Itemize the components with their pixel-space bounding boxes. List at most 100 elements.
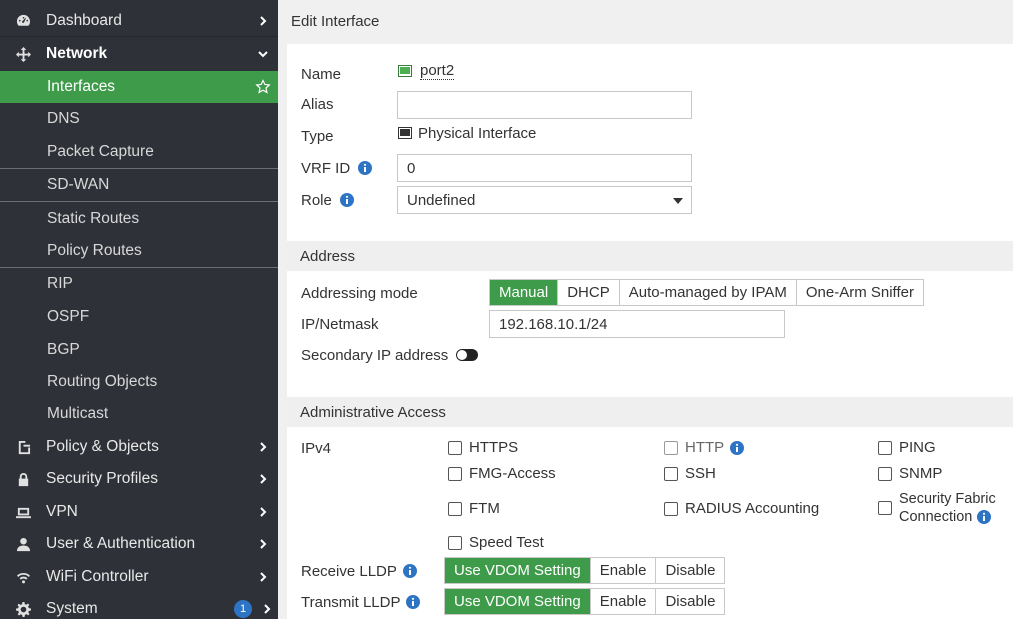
nav-dashboard-label: Dashboard (46, 11, 122, 29)
mode-dhcp-option[interactable]: DHCP (557, 280, 619, 305)
laptop-icon (0, 505, 46, 520)
nav-user-authentication-label: User & Authentication (46, 535, 196, 552)
nav-vpn[interactable]: VPN (0, 496, 278, 528)
alias-label: Alias (301, 95, 334, 113)
transmit-lldp-selector[interactable]: Use VDOM Setting Enable Disable (444, 588, 726, 615)
chevron-right-icon (248, 507, 278, 517)
checkbox-box[interactable] (664, 440, 678, 455)
radius-accounting-checkbox[interactable]: RADIUS Accounting (664, 500, 819, 517)
sidebar-item-bgp[interactable]: BGP (0, 334, 278, 366)
addressing-mode-selector[interactable]: Manual DHCP Auto-managed by IPAM One-Arm… (489, 279, 924, 306)
http-label: HTTP (685, 439, 725, 456)
vrf-id-input[interactable] (397, 154, 692, 182)
checkbox-box[interactable] (448, 466, 462, 481)
physical-port-icon (398, 127, 412, 139)
info-icon[interactable] (339, 193, 354, 207)
secondary-ip-text: Secondary IP address (301, 346, 449, 364)
nav-wifi-controller[interactable]: WiFi Controller (0, 561, 278, 593)
sidebar-item-dns[interactable]: DNS (0, 103, 278, 135)
security-fabric-line2: Connection (899, 509, 973, 525)
checkbox-box[interactable] (878, 466, 892, 481)
checkbox-box[interactable] (448, 440, 462, 455)
ip-netmask-input[interactable] (489, 310, 785, 338)
port-name: port2 (420, 62, 455, 80)
lldp-vdom-option[interactable]: Use VDOM Setting (445, 589, 590, 614)
fmg-access-checkbox[interactable]: FMG-Access (448, 465, 556, 482)
ssh-checkbox[interactable]: SSH (664, 465, 716, 482)
nav-security-profiles[interactable]: Security Profiles (0, 463, 278, 495)
checkbox-box[interactable] (664, 501, 678, 516)
speed-test-checkbox[interactable]: Speed Test (448, 534, 544, 551)
receive-lldp-selector[interactable]: Use VDOM Setting Enable Disable (444, 557, 726, 584)
https-checkbox[interactable]: HTTPS (448, 439, 518, 456)
info-icon[interactable] (402, 564, 417, 578)
sidebar-item-sd-wan[interactable]: SD-WAN (0, 169, 278, 201)
snmp-checkbox[interactable]: SNMP (878, 465, 942, 482)
nav-system[interactable]: System 1 (0, 593, 278, 619)
secondary-ip-toggle[interactable] (456, 349, 479, 361)
ping-label: PING (899, 439, 936, 456)
role-select[interactable]: Undefined (397, 186, 692, 214)
sidebar-item-label: BGP (47, 341, 80, 358)
lock-icon (0, 472, 46, 487)
ip-netmask-label: IP/Netmask (301, 315, 379, 333)
alias-input[interactable] (397, 91, 692, 119)
sidebar-item-rip[interactable]: RIP (0, 268, 278, 300)
http-checkbox[interactable]: HTTP (664, 439, 745, 456)
ftm-checkbox[interactable]: FTM (448, 500, 500, 517)
checkbox-box[interactable] (448, 501, 462, 516)
secondary-ip-label: Secondary IP address (301, 345, 479, 365)
ping-checkbox[interactable]: PING (878, 439, 936, 456)
checkbox-box[interactable] (664, 466, 678, 481)
ftm-label: FTM (469, 500, 500, 517)
info-icon[interactable] (358, 161, 373, 175)
nav-dashboard[interactable]: Dashboard (0, 5, 278, 37)
mode-ipam-option[interactable]: Auto-managed by IPAM (618, 280, 796, 305)
sidebar-item-label: OSPF (47, 308, 90, 325)
lldp-disable-option[interactable]: Disable (655, 589, 724, 614)
checkbox-box[interactable] (878, 440, 892, 455)
speed-test-label: Speed Test (469, 534, 544, 551)
user-icon (0, 537, 46, 552)
type-text: Physical Interface (418, 124, 537, 142)
nav-user-authentication[interactable]: User & Authentication (0, 528, 278, 560)
sidebar-item-policy-routes[interactable]: Policy Routes (0, 235, 278, 267)
mode-manual-option[interactable]: Manual (490, 280, 558, 305)
https-label: HTTPS (469, 439, 519, 456)
fmg-access-label: FMG-Access (469, 465, 556, 482)
checkbox-box[interactable] (878, 501, 892, 515)
snmp-label: SNMP (899, 465, 943, 482)
sidebar-item-routing-objects[interactable]: Routing Objects (0, 366, 278, 398)
security-fabric-checkbox[interactable]: Security Fabric Connection (878, 490, 996, 526)
lldp-disable-option[interactable]: Disable (655, 558, 724, 583)
sidebar-item-packet-capture[interactable]: Packet Capture (0, 136, 278, 168)
dropdown-caret-icon (673, 198, 683, 204)
lldp-vdom-option[interactable]: Use VDOM Setting (445, 558, 590, 583)
nav-vpn-label: VPN (46, 503, 78, 520)
nav-network[interactable]: Network (0, 38, 278, 70)
nav-policy-objects[interactable]: Policy & Objects (0, 431, 278, 463)
sidebar-item-interfaces[interactable]: Interfaces (0, 71, 278, 103)
info-icon[interactable] (730, 440, 745, 455)
wifi-icon (0, 570, 46, 585)
lldp-enable-option[interactable]: Enable (589, 558, 656, 583)
role-label: Role (301, 190, 354, 210)
sidebar-item-label: Policy Routes (47, 242, 142, 259)
sidebar-item-label: RIP (47, 275, 73, 292)
sidebar-item-label: SD-WAN (47, 176, 110, 193)
chevron-right-icon (248, 539, 278, 549)
receive-lldp-text: Receive LLDP (301, 562, 397, 580)
sidebar-item-static-routes[interactable]: Static Routes (0, 203, 278, 235)
info-icon[interactable] (977, 510, 992, 524)
addressing-mode-label: Addressing mode (301, 284, 418, 302)
lldp-enable-option[interactable]: Enable (589, 589, 656, 614)
info-icon[interactable] (406, 595, 421, 609)
sidebar: Dashboard Network Interfaces DNS Packet … (0, 0, 278, 619)
chevron-right-icon (248, 442, 278, 452)
checkbox-box[interactable] (448, 535, 462, 550)
sidebar-item-multicast[interactable]: Multicast (0, 398, 278, 430)
mode-sniffer-option[interactable]: One-Arm Sniffer (795, 280, 923, 305)
sidebar-item-ospf[interactable]: OSPF (0, 301, 278, 333)
address-section-header: Address (287, 241, 1013, 271)
favorite-star-icon[interactable] (248, 79, 278, 95)
